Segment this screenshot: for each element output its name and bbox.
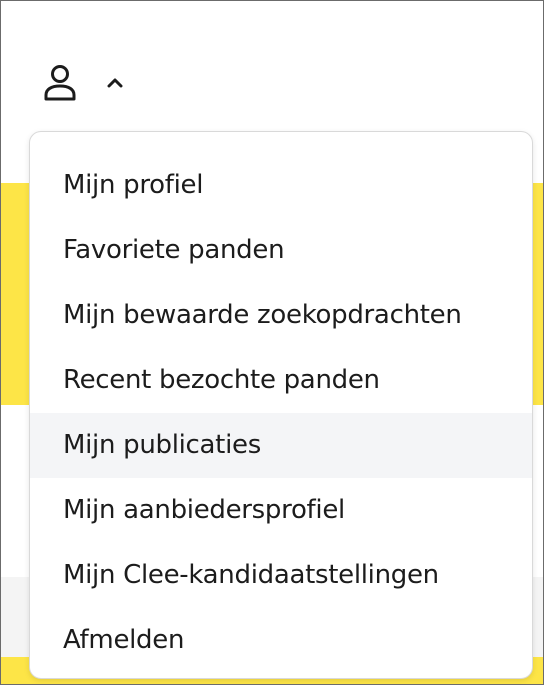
- menu-item-aanbiedersprofiel[interactable]: Mijn aanbiedersprofiel: [30, 478, 532, 543]
- account-menu-toggle[interactable]: [43, 61, 123, 105]
- menu-item-clee-kandidaatstellingen[interactable]: Mijn Clee-kandidaatstellingen: [30, 543, 532, 608]
- menu-item-recent-bezochte-panden[interactable]: Recent bezochte panden: [30, 348, 532, 413]
- menu-item-afmelden[interactable]: Afmelden: [30, 608, 532, 673]
- menu-item-bewaarde-zoekopdrachten[interactable]: Mijn bewaarde zoekopdrachten: [30, 283, 532, 348]
- user-icon: [43, 64, 77, 102]
- menu-item-mijn-profiel[interactable]: Mijn profiel: [30, 153, 532, 218]
- chevron-up-icon: [107, 77, 123, 89]
- menu-item-mijn-publicaties[interactable]: Mijn publicaties: [30, 413, 532, 478]
- browser-viewport: Mijn profiel Favoriete panden Mijn bewaa…: [0, 0, 544, 685]
- account-dropdown-menu: Mijn profiel Favoriete panden Mijn bewaa…: [29, 131, 533, 679]
- menu-item-favoriete-panden[interactable]: Favoriete panden: [30, 218, 532, 283]
